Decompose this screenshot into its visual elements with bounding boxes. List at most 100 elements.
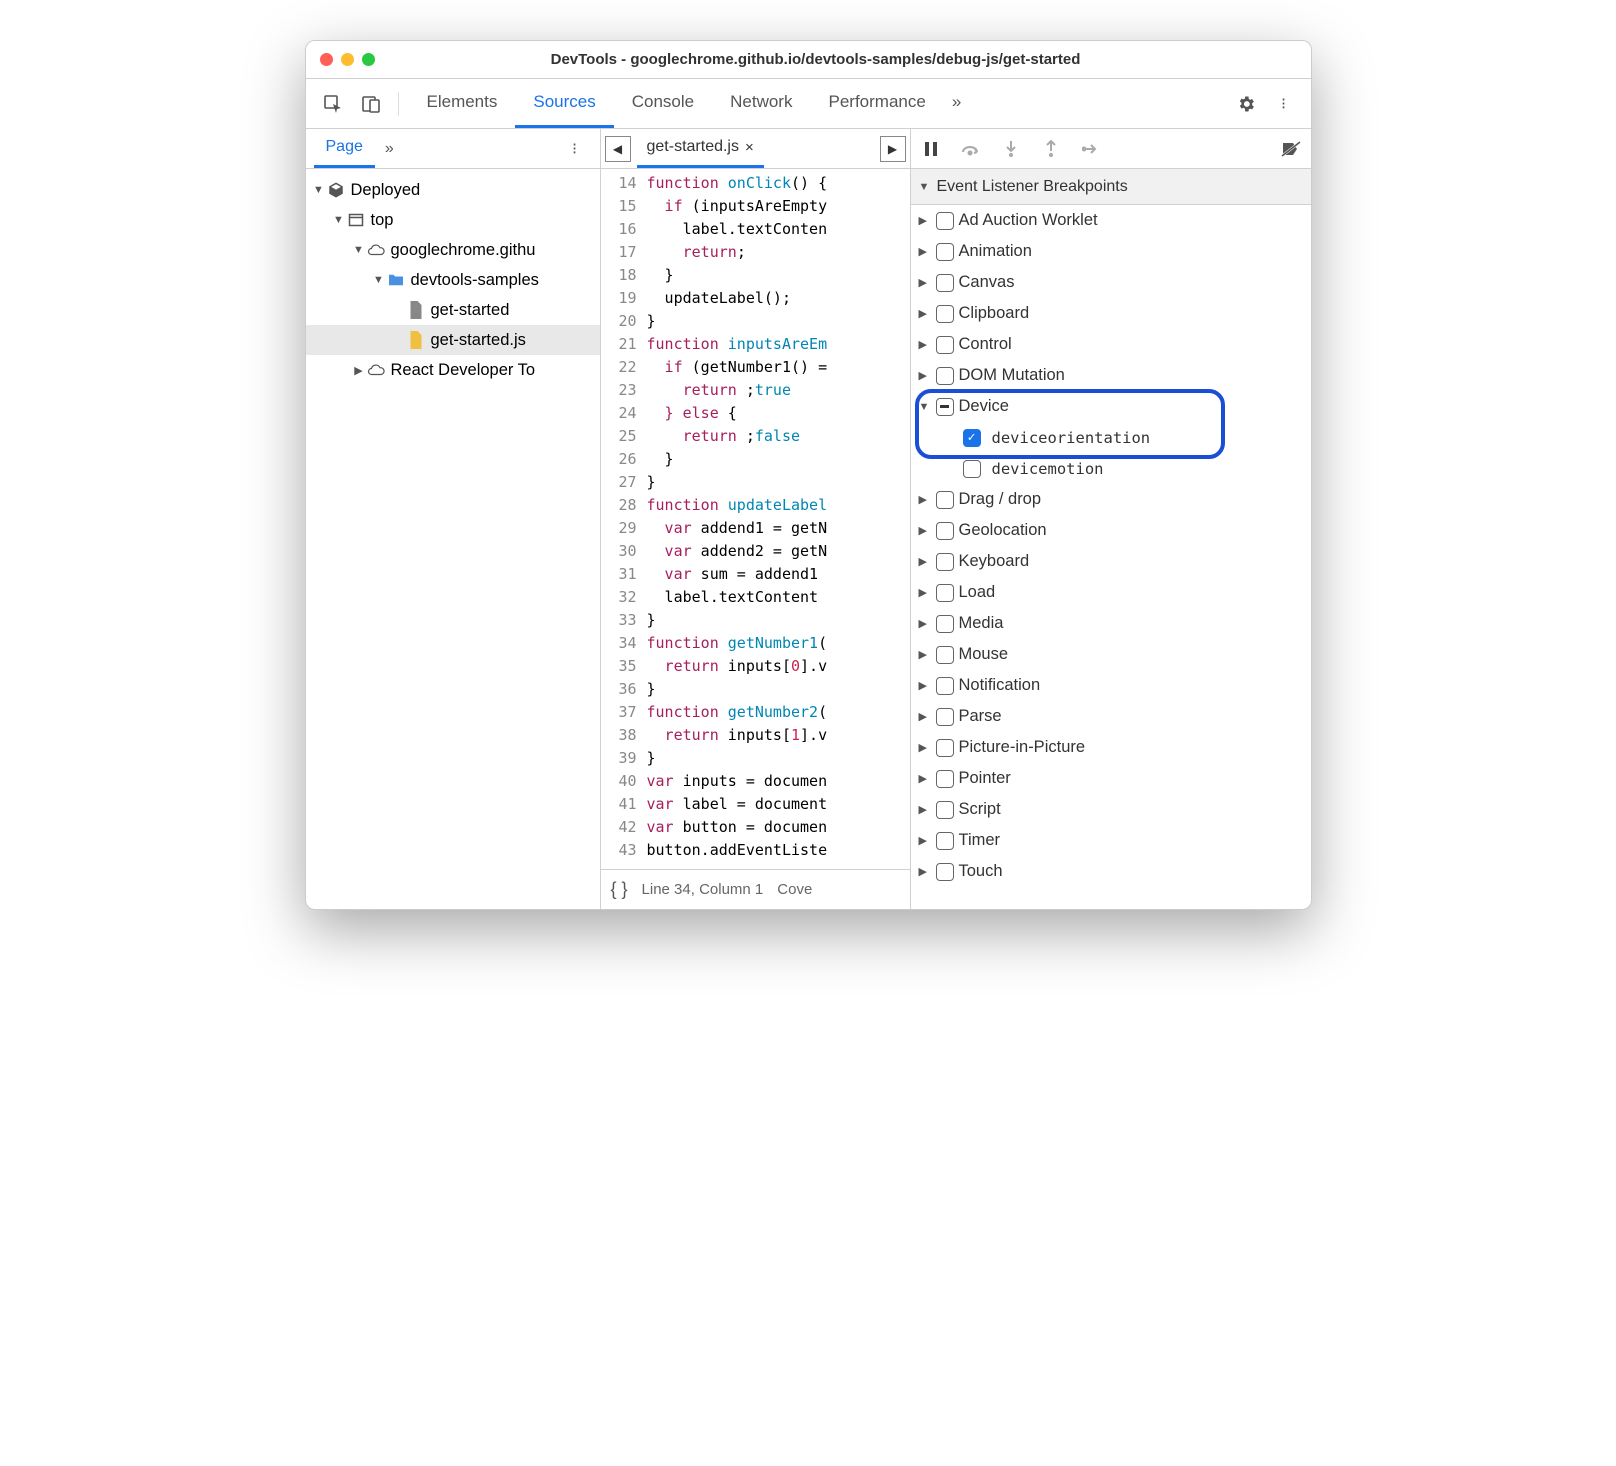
- checkbox[interactable]: [936, 305, 954, 323]
- checkbox[interactable]: [936, 491, 954, 509]
- step-out-icon[interactable]: [1039, 137, 1063, 161]
- checkbox-mixed[interactable]: [936, 398, 954, 416]
- bp-category[interactable]: ▶Notification: [911, 670, 1311, 701]
- tab-elements[interactable]: Elements: [409, 79, 516, 128]
- checkbox[interactable]: [936, 863, 954, 881]
- bp-category[interactable]: ▶Parse: [911, 701, 1311, 732]
- tabs-overflow-icon[interactable]: »: [944, 79, 969, 128]
- caret-down-icon: ▼: [352, 244, 366, 256]
- close-tab-icon[interactable]: ×: [745, 139, 754, 156]
- coverage-label: Cove: [777, 881, 812, 898]
- checkbox[interactable]: [936, 212, 954, 230]
- bp-category[interactable]: ▶Geolocation: [911, 515, 1311, 546]
- close-window-button[interactable]: [320, 53, 333, 66]
- tab-network[interactable]: Network: [712, 79, 810, 128]
- tree-node-top[interactable]: ▼ top: [306, 205, 600, 235]
- bp-category[interactable]: ▶Canvas: [911, 267, 1311, 298]
- caret-down-icon: ▼: [372, 274, 386, 286]
- bp-category[interactable]: ▶Touch: [911, 856, 1311, 887]
- bp-category[interactable]: ▶Control: [911, 329, 1311, 360]
- bp-category[interactable]: ▶Clipboard: [911, 298, 1311, 329]
- tab-sources[interactable]: Sources: [515, 79, 613, 128]
- tree-label: get-started.js: [431, 331, 526, 350]
- checkbox[interactable]: [936, 522, 954, 540]
- tree-node-extension[interactable]: ▶ React Developer To: [306, 355, 600, 385]
- nav-back-icon[interactable]: ◀: [605, 136, 631, 162]
- tree-node-domain[interactable]: ▼ googlechrome.githu: [306, 235, 600, 265]
- bp-event-devicemotion[interactable]: devicemotion: [911, 453, 1311, 484]
- bp-category[interactable]: ▶Media: [911, 608, 1311, 639]
- checkbox[interactable]: [936, 832, 954, 850]
- checkbox[interactable]: [936, 770, 954, 788]
- more-menu-icon[interactable]: ⁝: [1267, 87, 1301, 121]
- bp-event-deviceorientation[interactable]: ✓deviceorientation: [911, 422, 1311, 453]
- panels: Page » ⁝ ▼ Deployed ▼ top ▼ goog: [306, 129, 1311, 909]
- code-editor[interactable]: 1415161718192021222324252627282930313233…: [601, 169, 910, 869]
- checkbox[interactable]: [936, 615, 954, 633]
- bp-category[interactable]: ▶Load: [911, 577, 1311, 608]
- bp-category[interactable]: ▶Drag / drop: [911, 484, 1311, 515]
- checkbox[interactable]: [936, 801, 954, 819]
- checkbox[interactable]: [963, 460, 981, 478]
- maximize-window-button[interactable]: [362, 53, 375, 66]
- checkbox[interactable]: [936, 584, 954, 602]
- checkbox[interactable]: [936, 739, 954, 757]
- tree-label: devtools-samples: [411, 271, 539, 290]
- checkbox[interactable]: [936, 274, 954, 292]
- bp-category[interactable]: ▶Animation: [911, 236, 1311, 267]
- tab-console[interactable]: Console: [614, 79, 712, 128]
- event-breakpoint-list: ▶Ad Auction Worklet ▶Animation ▶Canvas ▶…: [911, 205, 1311, 909]
- cursor-position: Line 34, Column 1: [642, 881, 764, 898]
- pretty-print-icon[interactable]: { }: [611, 879, 628, 900]
- tree-node-deployed[interactable]: ▼ Deployed: [306, 175, 600, 205]
- minimize-window-button[interactable]: [341, 53, 354, 66]
- tab-performance[interactable]: Performance: [810, 79, 943, 128]
- tree-node-folder[interactable]: ▼ devtools-samples: [306, 265, 600, 295]
- checkbox[interactable]: [936, 708, 954, 726]
- bp-category[interactable]: ▶Pointer: [911, 763, 1311, 794]
- checkbox[interactable]: [936, 646, 954, 664]
- frame-icon: [346, 210, 366, 230]
- bp-category[interactable]: ▶Picture-in-Picture: [911, 732, 1311, 763]
- checkbox[interactable]: [936, 553, 954, 571]
- device-toggle-icon[interactable]: [354, 87, 388, 121]
- bp-category[interactable]: ▶Timer: [911, 825, 1311, 856]
- bp-category[interactable]: ▶Mouse: [911, 639, 1311, 670]
- step-over-icon[interactable]: [959, 137, 983, 161]
- tree-node-file-html[interactable]: get-started: [306, 295, 600, 325]
- checkbox[interactable]: [936, 367, 954, 385]
- editor-panel: ◀ get-started.js × ▶ 1415161718192021222…: [601, 129, 911, 909]
- breakpoints-section-header[interactable]: ▼ Event Listener Breakpoints: [911, 169, 1311, 205]
- caret-right-icon: ▶: [352, 364, 366, 377]
- bp-category[interactable]: ▶DOM Mutation: [911, 360, 1311, 391]
- separator: [398, 92, 399, 116]
- step-icon[interactable]: [1079, 137, 1103, 161]
- checkbox[interactable]: [936, 243, 954, 261]
- settings-icon[interactable]: [1229, 87, 1263, 121]
- bp-category[interactable]: ▶Ad Auction Worklet: [911, 205, 1311, 236]
- navigator-tabs-overflow-icon[interactable]: »: [385, 140, 394, 158]
- file-tab[interactable]: get-started.js ×: [637, 129, 764, 168]
- cloud-icon: [366, 240, 386, 260]
- cloud-icon: [366, 360, 386, 380]
- debugger-panel: ▼ Event Listener Breakpoints ▶Ad Auction…: [911, 129, 1311, 909]
- deactivate-breakpoints-icon[interactable]: [1279, 137, 1303, 161]
- file-tab-label: get-started.js: [647, 138, 739, 156]
- bp-category[interactable]: ▶Keyboard: [911, 546, 1311, 577]
- debug-controls: [911, 129, 1311, 169]
- step-into-icon[interactable]: [999, 137, 1023, 161]
- nav-forward-icon[interactable]: ▶: [880, 136, 906, 162]
- navigator-panel: Page » ⁝ ▼ Deployed ▼ top ▼ goog: [306, 129, 601, 909]
- checkbox[interactable]: [936, 336, 954, 354]
- tree-node-file-js[interactable]: get-started.js: [306, 325, 600, 355]
- bp-category-device[interactable]: ▼Device: [911, 391, 1311, 422]
- pause-icon[interactable]: [919, 137, 943, 161]
- bp-category[interactable]: ▶Script: [911, 794, 1311, 825]
- navigator-tab-page[interactable]: Page: [314, 129, 375, 168]
- tree-label: top: [371, 211, 394, 230]
- navigator-more-icon[interactable]: ⁝: [558, 132, 592, 166]
- inspect-element-icon[interactable]: [316, 87, 350, 121]
- file-tabs: ◀ get-started.js × ▶: [601, 129, 910, 169]
- checkbox[interactable]: [936, 677, 954, 695]
- checkbox-checked[interactable]: ✓: [963, 429, 981, 447]
